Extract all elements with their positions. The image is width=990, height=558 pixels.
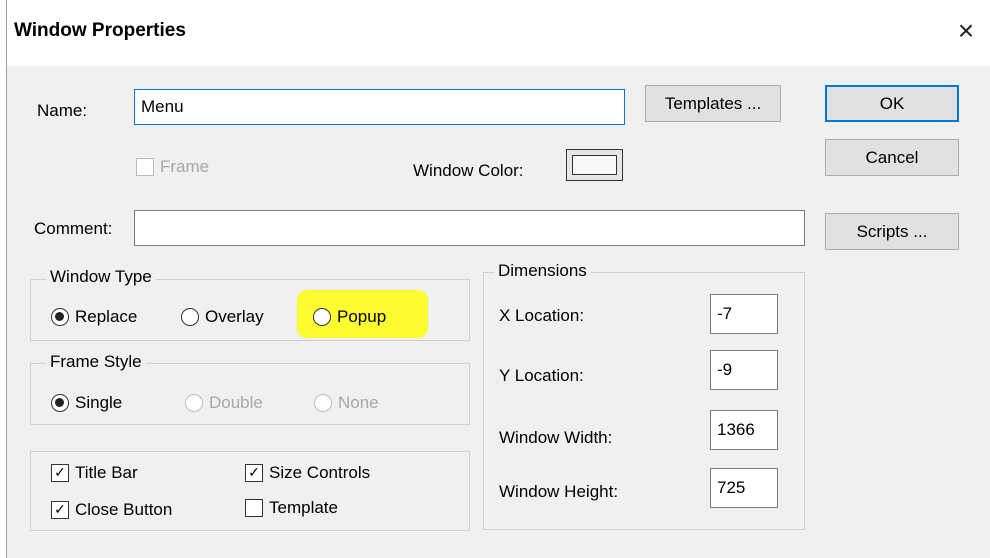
template-label: Template bbox=[269, 498, 338, 517]
window-width-label: Window Width: bbox=[499, 428, 613, 447]
frame-checkbox-box bbox=[136, 158, 154, 176]
dialog-title: Window Properties bbox=[14, 20, 186, 41]
close-button-check-icon: ✓ bbox=[51, 501, 69, 519]
size-controls-label: Size Controls bbox=[269, 463, 371, 482]
scripts-button[interactable]: Scripts ... bbox=[825, 213, 959, 250]
radio-overlay[interactable]: Overlay bbox=[181, 307, 264, 327]
title-bar-check-icon: ✓ bbox=[51, 464, 69, 482]
name-label: Name: bbox=[37, 101, 88, 120]
window-color-swatch[interactable] bbox=[566, 149, 623, 181]
radio-single-label: Single bbox=[75, 393, 123, 412]
comment-input[interactable] bbox=[134, 210, 805, 246]
window-color-label: Window Color: bbox=[413, 161, 524, 180]
size-controls-checkbox[interactable]: ✓ Size Controls bbox=[245, 463, 370, 483]
window-height-input[interactable] bbox=[710, 468, 778, 508]
radio-double-dot bbox=[185, 394, 203, 412]
left-border bbox=[0, 0, 7, 558]
window-type-title: Window Type bbox=[46, 267, 156, 287]
dimensions-title: Dimensions bbox=[494, 261, 591, 281]
frame-style-title: Frame Style bbox=[46, 352, 146, 372]
title-bar-label: Title Bar bbox=[75, 463, 138, 482]
template-check-box bbox=[245, 499, 263, 517]
close-button-label: Close Button bbox=[75, 500, 173, 519]
frame-checkbox: Frame bbox=[136, 157, 209, 177]
radio-popup[interactable]: Popup bbox=[313, 307, 386, 327]
size-controls-check-icon: ✓ bbox=[245, 464, 263, 482]
radio-overlay-label: Overlay bbox=[205, 307, 264, 326]
y-location-label: Y Location: bbox=[499, 366, 584, 385]
radio-none-label: None bbox=[338, 393, 379, 412]
x-location-input[interactable] bbox=[710, 294, 778, 334]
radio-none: None bbox=[314, 393, 379, 413]
radio-replace[interactable]: Replace bbox=[51, 307, 137, 327]
title-bar-checkbox[interactable]: ✓ Title Bar bbox=[51, 463, 138, 483]
radio-single-dot bbox=[51, 394, 69, 412]
title-bar: Window Properties × bbox=[0, 0, 990, 66]
window-properties-dialog: Window Properties × Name: Templates ... … bbox=[0, 0, 990, 558]
radio-double: Double bbox=[185, 393, 263, 413]
frame-checkbox-label: Frame bbox=[160, 157, 210, 176]
radio-replace-label: Replace bbox=[75, 307, 138, 326]
ok-button[interactable]: OK bbox=[825, 85, 959, 122]
radio-none-dot bbox=[314, 394, 332, 412]
close-button-checkbox[interactable]: ✓ Close Button bbox=[51, 500, 172, 520]
radio-replace-dot bbox=[51, 308, 69, 326]
close-icon[interactable]: × bbox=[953, 17, 979, 45]
window-width-input[interactable] bbox=[710, 410, 778, 450]
name-input[interactable] bbox=[134, 89, 625, 125]
cancel-button[interactable]: Cancel bbox=[825, 139, 959, 176]
radio-overlay-dot bbox=[181, 308, 199, 326]
radio-single[interactable]: Single bbox=[51, 393, 122, 413]
radio-double-label: Double bbox=[209, 393, 263, 412]
radio-popup-label: Popup bbox=[337, 307, 387, 326]
template-checkbox[interactable]: Template bbox=[245, 498, 338, 518]
templates-button[interactable]: Templates ... bbox=[645, 85, 781, 122]
radio-popup-dot bbox=[313, 308, 331, 326]
window-color-swatch-inner bbox=[572, 155, 617, 175]
window-height-label: Window Height: bbox=[499, 482, 619, 501]
y-location-input[interactable] bbox=[710, 350, 778, 390]
comment-label: Comment: bbox=[34, 219, 113, 238]
x-location-label: X Location: bbox=[499, 306, 585, 325]
